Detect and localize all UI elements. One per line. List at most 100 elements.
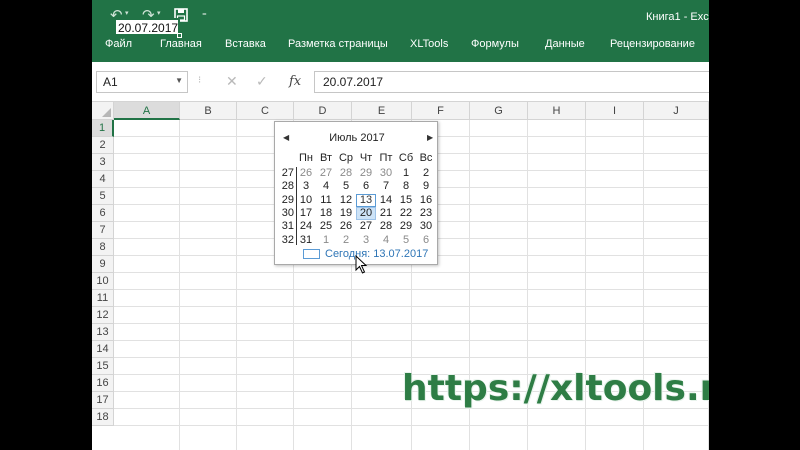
calendar-day[interactable]: 5 [336, 180, 356, 193]
row-gridline [114, 425, 709, 426]
calendar-day[interactable]: 26 [336, 220, 356, 233]
mouse-cursor-icon [355, 255, 368, 274]
row-header-7[interactable]: 7 [92, 222, 114, 239]
calendar-day[interactable]: 18 [316, 207, 336, 220]
fill-handle[interactable] [177, 33, 182, 38]
calendar-day[interactable]: 2 [416, 167, 436, 180]
calendar-day[interactable]: 25 [316, 220, 336, 233]
calendar-day[interactable]: 30 [376, 167, 396, 180]
calendar-day[interactable]: 6 [356, 180, 376, 193]
calendar-day[interactable]: 13 [356, 193, 376, 207]
calendar-day[interactable]: 3 [356, 234, 376, 247]
calendar-day[interactable]: 17 [296, 207, 316, 220]
calendar-day[interactable]: 10 [296, 194, 316, 207]
calendar-day[interactable]: 14 [376, 194, 396, 207]
calendar-day[interactable]: 2 [336, 234, 356, 247]
name-box[interactable]: A1 ▼ [96, 71, 188, 93]
row-header-17[interactable]: 17 [92, 392, 114, 409]
calendar-day[interactable]: 8 [396, 180, 416, 193]
calendar-day[interactable]: 27 [356, 220, 376, 233]
calendar-day[interactable]: 28 [336, 167, 356, 180]
row-header-11[interactable]: 11 [92, 290, 114, 307]
formula-bar: A1 ▼ ⁝ ✕ ✓ fx 20.07.2017 [92, 62, 709, 102]
column-header-a[interactable]: A [114, 102, 180, 120]
insert-function-icon[interactable]: fx [289, 74, 301, 89]
calendar-day[interactable]: 23 [416, 207, 436, 220]
tab-formulas[interactable]: Формулы [471, 38, 519, 50]
undo-dropdown-icon[interactable]: ▾ [125, 9, 129, 17]
column-header-j[interactable]: J [644, 102, 709, 120]
column-header-b[interactable]: B [180, 102, 237, 120]
calendar-day[interactable]: 12 [336, 194, 356, 207]
row-header-9[interactable]: 9 [92, 256, 114, 273]
calendar-day[interactable]: 19 [336, 207, 356, 220]
calendar-day[interactable]: 28 [376, 220, 396, 233]
calendar-day[interactable]: 26 [296, 167, 316, 180]
column-header-i[interactable]: I [586, 102, 644, 120]
calendar-day[interactable]: 4 [316, 180, 336, 193]
row-header-15[interactable]: 15 [92, 358, 114, 375]
column-header-c[interactable]: C [237, 102, 294, 120]
calendar-month-title[interactable]: Июль 2017 [275, 132, 439, 144]
calendar-day[interactable]: 4 [376, 234, 396, 247]
calendar-day[interactable]: 1 [316, 234, 336, 247]
select-all-button[interactable] [92, 102, 114, 120]
tab-insert[interactable]: Вставка [225, 38, 266, 50]
cancel-icon[interactable]: ✕ [226, 74, 238, 90]
tab-home[interactable]: Главная [160, 38, 202, 50]
row-header-6[interactable]: 6 [92, 205, 114, 222]
calendar-day[interactable]: 29 [356, 167, 376, 180]
column-header-d[interactable]: D [294, 102, 352, 120]
calendar-day[interactable]: 31 [296, 234, 316, 247]
row-header-14[interactable]: 14 [92, 341, 114, 358]
row-header-10[interactable]: 10 [92, 273, 114, 290]
calendar-day[interactable]: 15 [396, 194, 416, 207]
row-header-8[interactable]: 8 [92, 239, 114, 256]
calendar-day[interactable]: 27 [316, 167, 336, 180]
calendar-day[interactable]: 11 [316, 194, 336, 207]
calendar-day[interactable]: 16 [416, 194, 436, 207]
tab-review[interactable]: Рецензирование [610, 38, 695, 50]
row-header-5[interactable]: 5 [92, 188, 114, 205]
calendar-day[interactable]: 3 [296, 180, 316, 193]
row-header-2[interactable]: 2 [92, 137, 114, 154]
tab-file[interactable]: Файл [105, 38, 132, 50]
tab-data[interactable]: Данные [545, 38, 585, 50]
cell-a1[interactable]: 20.07.2017 [114, 18, 180, 36]
redo-dropdown-icon[interactable]: ▾ [157, 9, 161, 17]
window-title: Книга1 - Exce [646, 11, 709, 23]
row-header-16[interactable]: 16 [92, 375, 114, 392]
row-header-1[interactable]: 1 [92, 120, 114, 137]
calendar-day[interactable]: 7 [376, 180, 396, 193]
name-box-dropdown-icon[interactable]: ▼ [175, 76, 183, 85]
column-header-f[interactable]: F [412, 102, 470, 120]
calendar-day[interactable]: 29 [396, 220, 416, 233]
week-number: 32 [281, 233, 294, 246]
calendar-day[interactable]: 22 [396, 207, 416, 220]
column-header-e[interactable]: E [352, 102, 412, 120]
calendar-day[interactable]: 21 [376, 207, 396, 220]
name-box-value: A1 [103, 75, 118, 89]
row-header-4[interactable]: 4 [92, 171, 114, 188]
row-header-18[interactable]: 18 [92, 409, 114, 426]
calendar-day[interactable]: 20 [356, 206, 376, 220]
row-header-13[interactable]: 13 [92, 324, 114, 341]
calendar-day[interactable]: 5 [396, 234, 416, 247]
customize-qat-icon[interactable]: ₌ [202, 9, 207, 19]
row-header-12[interactable]: 12 [92, 307, 114, 324]
formula-input[interactable]: 20.07.2017 [314, 71, 709, 93]
calendar-day[interactable]: 24 [296, 220, 316, 233]
column-header-h[interactable]: H [528, 102, 586, 120]
column-header-g[interactable]: G [470, 102, 528, 120]
calendar-day[interactable]: 30 [416, 220, 436, 233]
week-number: 27 [281, 167, 294, 179]
calendar-day[interactable]: 9 [416, 180, 436, 193]
watermark-url: https://xltools.net/ru [402, 368, 709, 409]
row-header-3[interactable]: 3 [92, 154, 114, 171]
next-month-icon[interactable]: ▶ [427, 133, 433, 142]
calendar-day[interactable]: 6 [416, 234, 436, 247]
tab-xltools[interactable]: XLTools [410, 38, 448, 50]
enter-icon[interactable]: ✓ [256, 74, 268, 90]
tab-page-layout[interactable]: Разметка страницы [288, 38, 388, 50]
calendar-day[interactable]: 1 [396, 167, 416, 180]
